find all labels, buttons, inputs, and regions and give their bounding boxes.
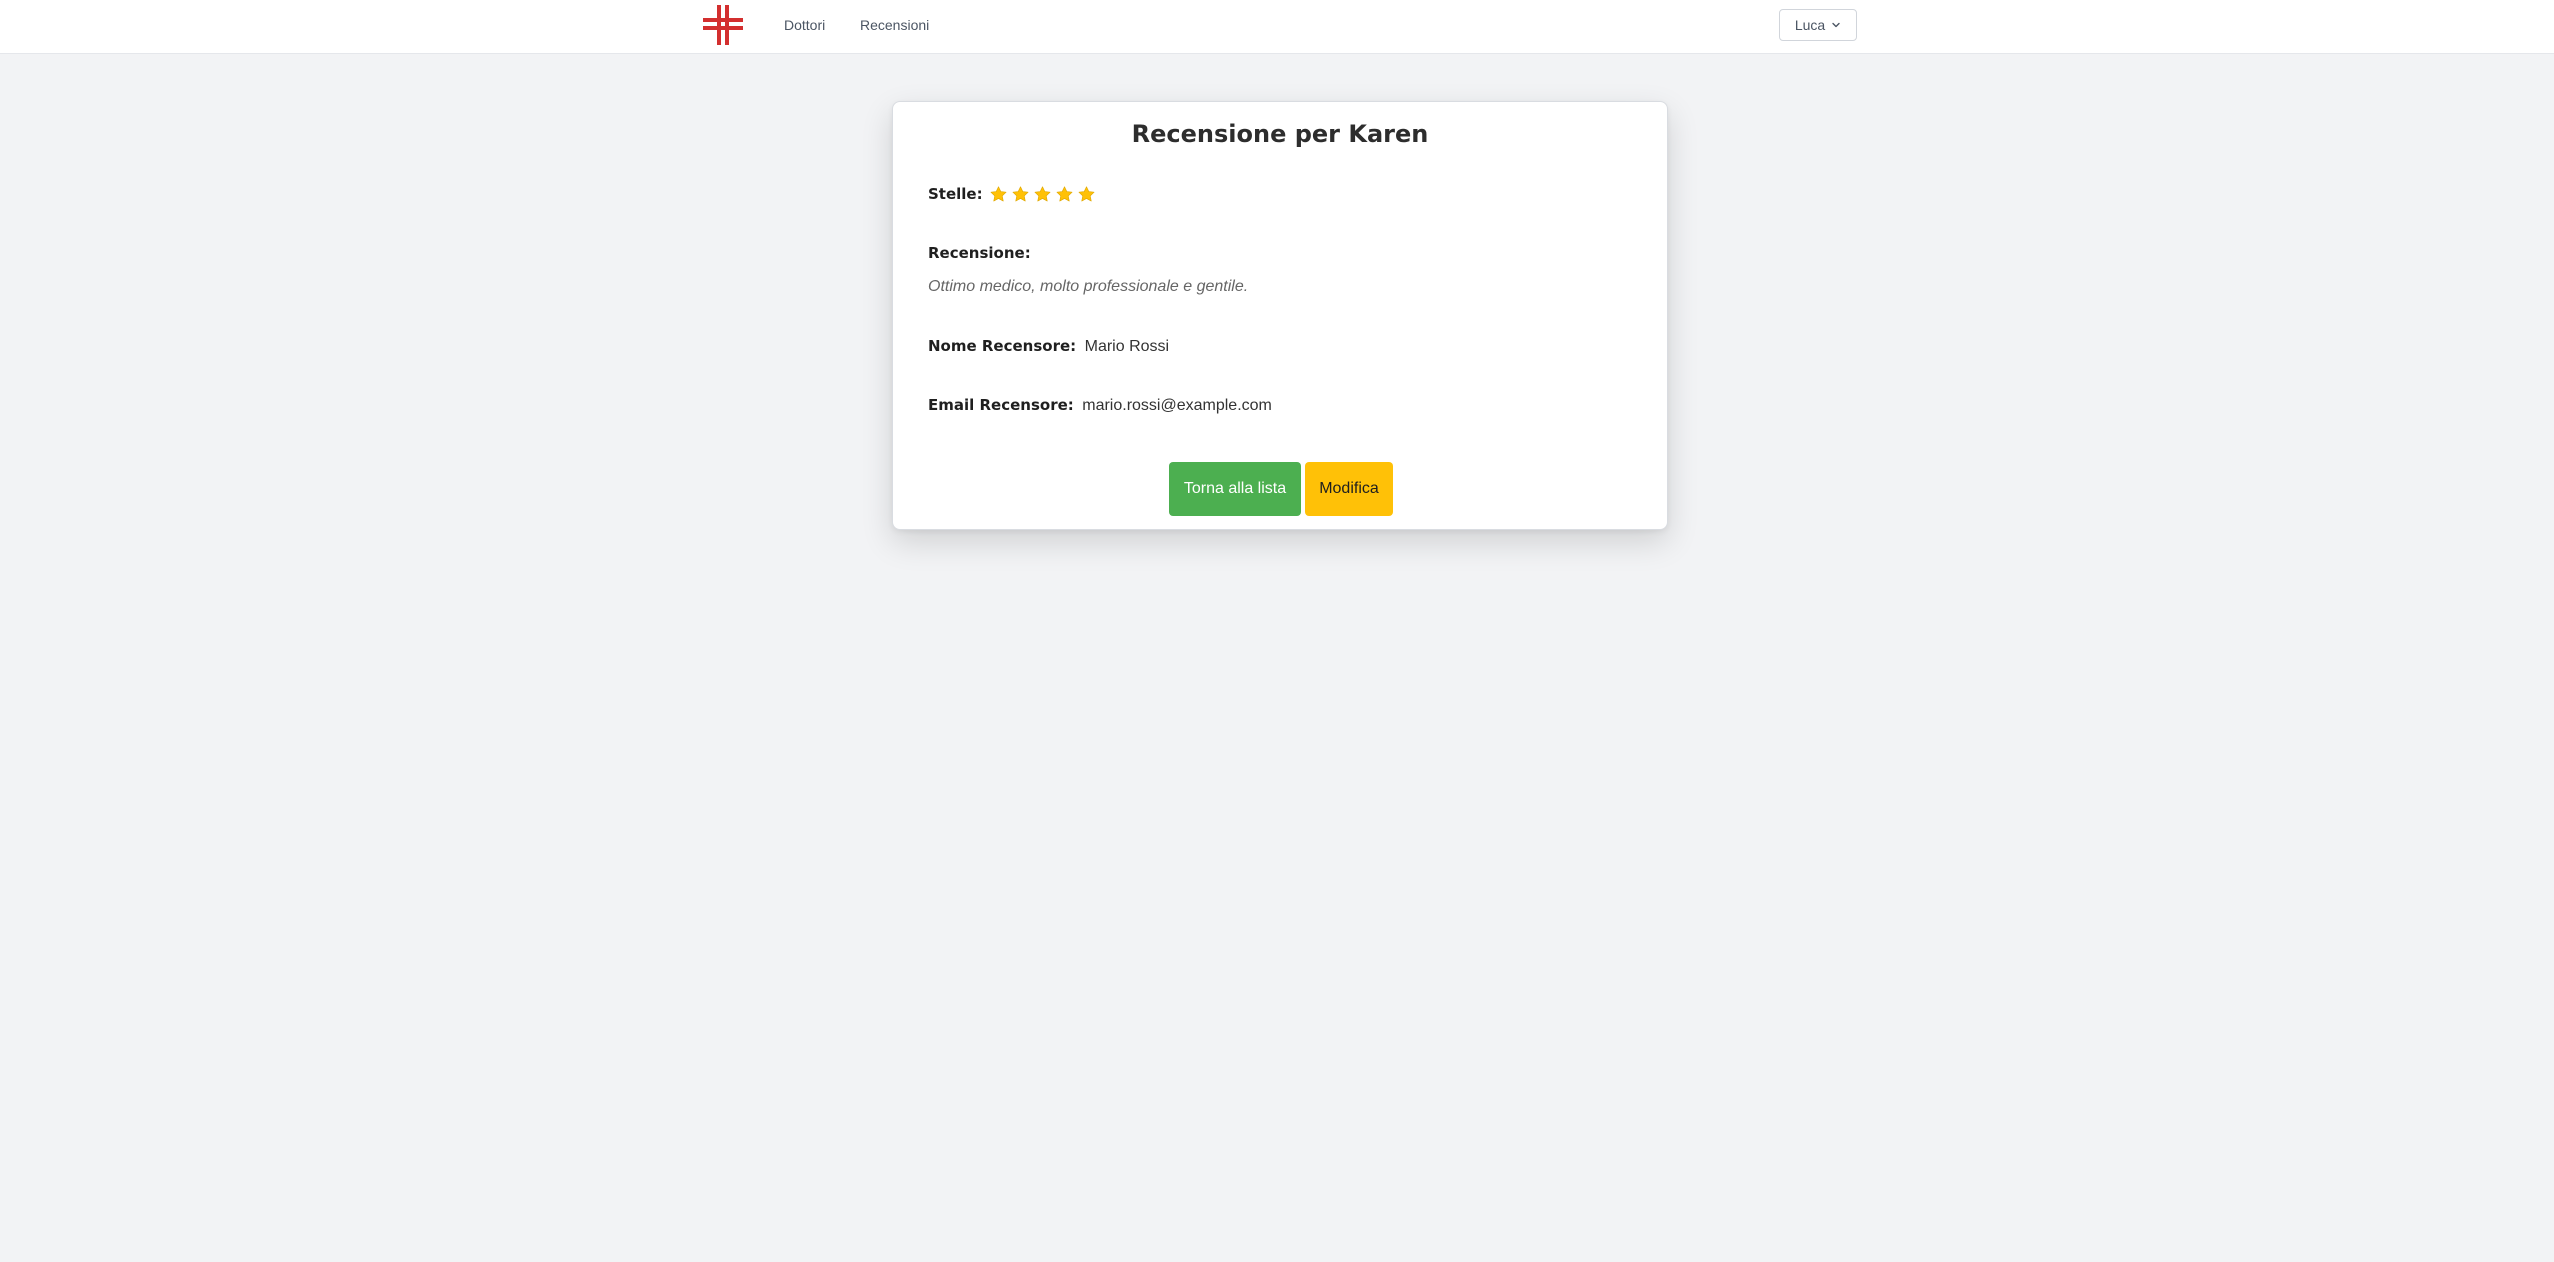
back-to-list-button[interactable]: Torna alla lista — [1169, 462, 1301, 516]
review-card: Recensione per Karen Stelle: Recensione:… — [892, 101, 1668, 530]
review-label: Recensione: — [928, 244, 1031, 262]
reviewer-name-value: Mario Rossi — [1084, 338, 1170, 355]
reviewer-email-value: mario.rossi@example.com — [1082, 397, 1272, 414]
star-icon — [1012, 185, 1029, 201]
medical-cross-logo[interactable] — [702, 4, 744, 46]
nav-link-recensioni[interactable]: Recensioni — [860, 17, 929, 34]
nav-link-dottori[interactable]: Dottori — [784, 17, 825, 34]
stars-row: Stelle: — [928, 184, 1096, 204]
review-text: Ottimo medico, molto professionale e gen… — [928, 278, 1249, 295]
star-icon — [1056, 185, 1073, 201]
page-title: Recensione per Karen — [1131, 120, 1429, 148]
cross-icon — [703, 5, 743, 45]
stars-label: Stelle: — [928, 185, 983, 203]
user-name: Luca — [1794, 17, 1826, 33]
star-icon — [990, 185, 1007, 201]
star-rating — [989, 185, 1096, 204]
chevron-down-icon — [1832, 22, 1840, 28]
reviewer-name-label: Nome Recensore: — [928, 337, 1077, 355]
reviewer-name-row: Nome Recensore: Mario Rossi — [928, 336, 1169, 357]
user-menu-button[interactable]: Luca — [1779, 9, 1857, 41]
edit-button[interactable]: Modifica — [1305, 462, 1393, 516]
reviewer-email-label: Email Recensore: — [928, 396, 1074, 414]
review-label-row: Recensione: — [928, 243, 1031, 264]
star-icon — [1078, 185, 1095, 201]
reviewer-email-row: Email Recensore: mario.rossi@example.com — [928, 395, 1272, 416]
top-navbar: Dottori Recensioni Luca — [0, 0, 2554, 54]
star-icon — [1034, 185, 1051, 201]
